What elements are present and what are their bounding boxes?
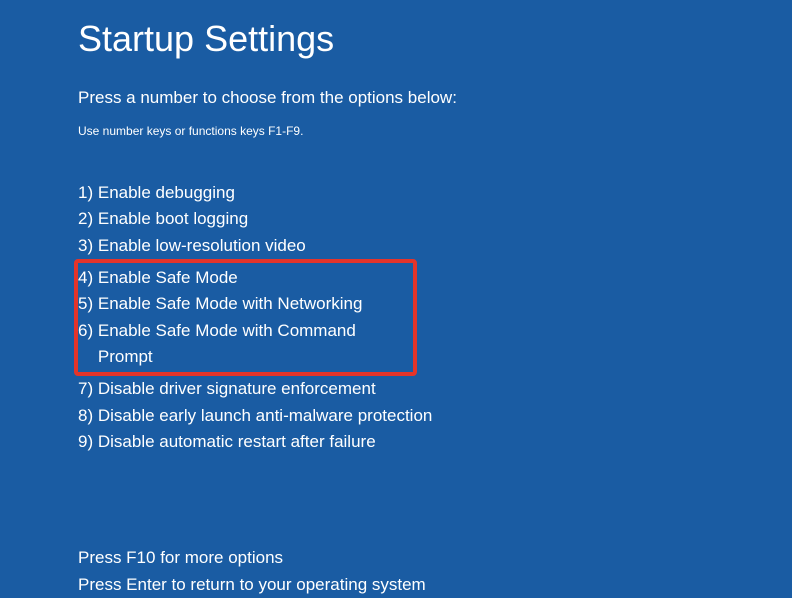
option-number: 3) [78,233,93,259]
option-label: Enable Safe Mode with Networking [98,291,363,317]
option-7[interactable]: 7) Disable driver signature enforcement [78,376,792,402]
option-3[interactable]: 3) Enable low-resolution video [78,233,792,259]
option-label: Enable Safe Mode [98,265,238,291]
option-2[interactable]: 2) Enable boot logging [78,206,792,232]
option-number: 7) [78,376,93,402]
option-5[interactable]: 5) Enable Safe Mode with Networking [78,291,409,317]
option-9[interactable]: 9) Disable automatic restart after failu… [78,429,792,455]
options-list: 1) Enable debugging 2) Enable boot loggi… [78,180,792,455]
option-number: 6) [78,318,93,371]
option-label: Disable early launch anti-malware protec… [98,403,433,429]
option-6[interactable]: 6) Enable Safe Mode with Command Prompt [78,318,409,371]
footer-return: Press Enter to return to your operating … [78,572,792,598]
page-title: Startup Settings [78,18,792,60]
option-number: 5) [78,291,93,317]
option-1[interactable]: 1) Enable debugging [78,180,792,206]
subtitle: Press a number to choose from the option… [78,88,792,108]
hint: Use number keys or functions keys F1-F9. [78,124,792,138]
option-8[interactable]: 8) Disable early launch anti-malware pro… [78,403,792,429]
option-number: 1) [78,180,93,206]
footer-more-options: Press F10 for more options [78,545,792,571]
option-4[interactable]: 4) Enable Safe Mode [78,265,409,291]
footer: Press F10 for more options Press Enter t… [78,545,792,598]
option-number: 4) [78,265,93,291]
option-label: Disable driver signature enforcement [98,376,376,402]
option-label: Enable low-resolution video [98,233,306,259]
option-label: Disable automatic restart after failure [98,429,376,455]
option-number: 8) [78,403,93,429]
option-number: 2) [78,206,93,232]
highlighted-options: 4) Enable Safe Mode 5) Enable Safe Mode … [74,259,417,376]
option-label: Enable Safe Mode with Command Prompt [98,318,409,371]
option-label: Enable boot logging [98,206,248,232]
option-number: 9) [78,429,93,455]
option-label: Enable debugging [98,180,235,206]
